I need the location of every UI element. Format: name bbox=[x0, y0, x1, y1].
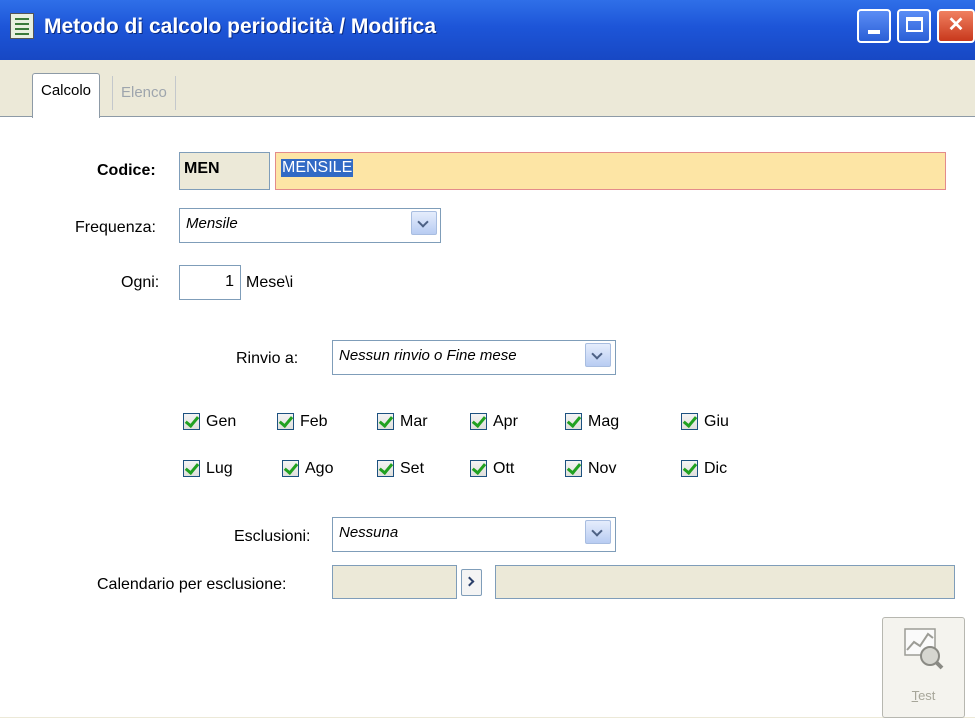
month-checkbox-gen[interactable] bbox=[183, 413, 200, 430]
chevron-down-icon[interactable] bbox=[585, 520, 611, 544]
descrizione-field[interactable]: MENSILE bbox=[275, 152, 946, 190]
test-button[interactable]: Test bbox=[882, 617, 965, 718]
maximize-button[interactable] bbox=[897, 9, 931, 43]
form-icon bbox=[10, 13, 34, 39]
month-label: Giu bbox=[704, 413, 729, 430]
close-icon: ✕ bbox=[947, 14, 965, 36]
close-button[interactable]: ✕ bbox=[937, 9, 975, 43]
form-panel: Calcolo Elenco Codice: MEN MENSILE Frequ… bbox=[0, 60, 975, 718]
chevron-down-icon[interactable] bbox=[411, 211, 437, 235]
esclusioni-select[interactable]: Nessuna bbox=[332, 517, 616, 552]
test-icon bbox=[904, 628, 944, 670]
month-label: Ott bbox=[493, 460, 515, 477]
month-checkbox-dic[interactable] bbox=[681, 460, 698, 477]
ogni-unit: Mese\i bbox=[246, 274, 294, 291]
codice-field[interactable]: MEN bbox=[179, 152, 270, 190]
frequenza-value: Mensile bbox=[186, 215, 238, 232]
month-checkbox-feb[interactable] bbox=[277, 413, 294, 430]
month-checkbox-giu[interactable] bbox=[681, 413, 698, 430]
month-label: Mar bbox=[400, 413, 428, 430]
tab-elenco[interactable]: Elenco bbox=[112, 76, 176, 110]
month-label: Lug bbox=[206, 460, 233, 477]
rinvio-select[interactable]: Nessun rinvio o Fine mese bbox=[332, 340, 616, 375]
rinvio-value: Nessun rinvio o Fine mese bbox=[339, 347, 517, 364]
month-checkbox-set[interactable] bbox=[377, 460, 394, 477]
month-checkbox-ago[interactable] bbox=[282, 460, 299, 477]
lookup-button[interactable] bbox=[461, 569, 482, 596]
frequenza-select[interactable]: Mensile bbox=[179, 208, 441, 243]
month-label: Ago bbox=[305, 460, 334, 477]
month-checkbox-apr[interactable] bbox=[470, 413, 487, 430]
ogni-input[interactable]: 1 bbox=[179, 265, 241, 300]
month-label: Dic bbox=[704, 460, 728, 477]
chevron-down-icon[interactable] bbox=[585, 343, 611, 367]
frequenza-label: Frequenza: bbox=[75, 219, 156, 236]
month-label: Set bbox=[400, 460, 425, 477]
month-label: Apr bbox=[493, 413, 518, 430]
month-checkbox-mar[interactable] bbox=[377, 413, 394, 430]
month-label: Nov bbox=[588, 460, 617, 477]
month-checkbox-ott[interactable] bbox=[470, 460, 487, 477]
ogni-label: Ogni: bbox=[121, 274, 160, 291]
month-label: Feb bbox=[300, 413, 328, 430]
window-title: Metodo di calcolo periodicità / Modifica bbox=[44, 15, 437, 38]
tab-calcolo[interactable]: Calcolo bbox=[32, 73, 101, 118]
rinvio-label: Rinvio a: bbox=[236, 350, 299, 367]
esclusioni-label: Esclusioni: bbox=[234, 528, 311, 545]
month-checkbox-mag[interactable] bbox=[565, 413, 582, 430]
esclusioni-value: Nessuna bbox=[339, 524, 399, 541]
calendario-description-field[interactable] bbox=[495, 565, 955, 599]
minimize-icon bbox=[868, 30, 880, 34]
minimize-button[interactable] bbox=[857, 9, 891, 43]
month-label: Gen bbox=[206, 413, 237, 430]
calendario-label: Calendario per esclusione: bbox=[97, 576, 287, 593]
month-label: Mag bbox=[588, 413, 620, 430]
maximize-icon bbox=[906, 17, 923, 32]
title-bar[interactable]: Metodo di calcolo periodicità / Modifica… bbox=[0, 0, 975, 60]
tab-strip: Calcolo Elenco bbox=[0, 60, 975, 118]
test-label: Test bbox=[911, 688, 936, 703]
month-checkbox-nov[interactable] bbox=[565, 460, 582, 477]
descrizione-text: MENSILE bbox=[281, 159, 354, 177]
codice-label: Codice: bbox=[97, 162, 156, 179]
calendario-code-field[interactable] bbox=[332, 565, 457, 599]
month-checkbox-lug[interactable] bbox=[183, 460, 200, 477]
